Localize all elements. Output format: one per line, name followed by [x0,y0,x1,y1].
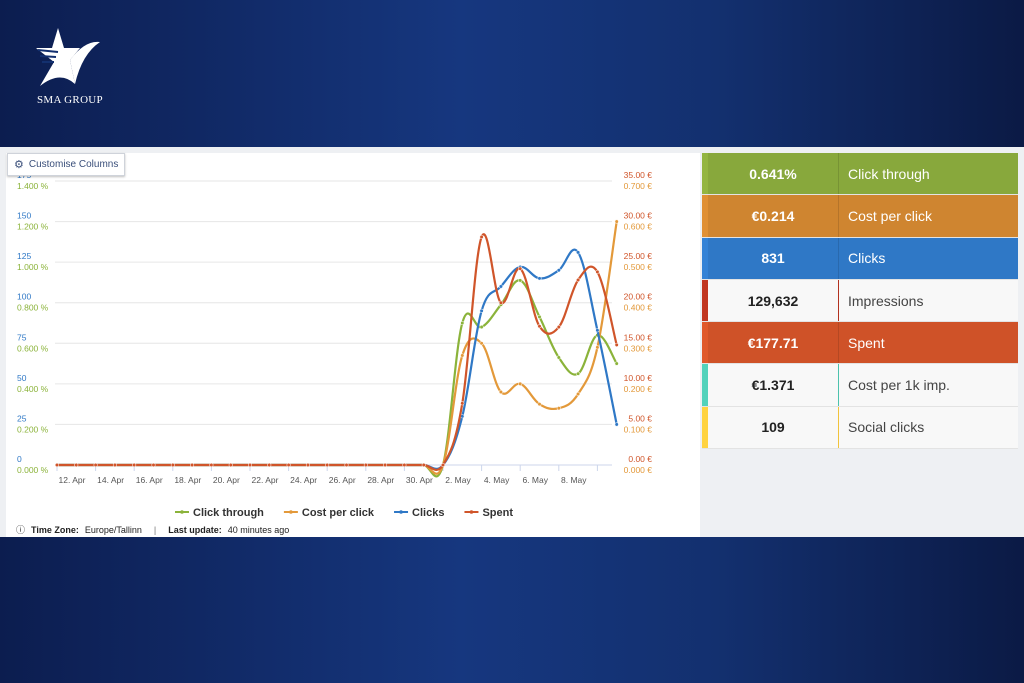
stat-color-bar [702,195,708,237]
timezone-value: Europe/Tallinn [84,524,142,535]
star-logo-icon [36,28,100,86]
stat-row-spent[interactable]: €177.71 Spent [702,322,1018,365]
chart-area [6,153,700,537]
customise-columns-button[interactable]: ⚙ Customise Columns [7,153,126,176]
stat-row-cost-per-click[interactable]: €0.214 Cost per click [702,195,1018,238]
stat-row-social-clicks[interactable]: 109 Social clicks [702,406,1018,450]
stat-label: Impressions [838,279,1018,322]
stat-value: €177.71 [747,334,799,351]
stat-label: Click through [838,153,1018,195]
stat-value: €1.371 [751,377,795,394]
stat-row-clicks[interactable]: 831 Clicks [702,237,1018,280]
timezone-label: Time Zone: [31,524,79,535]
info-icon: ⓘ [16,525,26,535]
last-update-value: 40 minutes ago [227,524,290,535]
stat-label: Clicks [838,237,1018,279]
stat-row-click-through[interactable]: 0.641% Click through [702,153,1018,196]
stat-color-bar [702,279,708,322]
gear-icon: ⚙ [14,159,24,171]
brand-name: SMA GROUP [37,94,103,106]
stat-value: 0.641% [749,165,797,182]
footer-separator: | [153,524,157,535]
stat-row-impressions[interactable]: 129,632 Impressions [702,279,1018,323]
stat-value: 109 [761,419,785,436]
last-update-label: Last update: [168,524,222,535]
stat-label: Spent [838,322,1018,364]
stat-color-bar [702,406,708,449]
stat-label: Cost per click [838,195,1018,237]
stat-color-bar [702,322,708,364]
stat-color-bar [702,237,708,279]
stat-row-cost-per-1k-imp-[interactable]: €1.371 Cost per 1k imp. [702,364,1018,407]
stat-label: Social clicks [838,406,1018,449]
stats-panel: 0.641% Click through €0.214 Cost per cli… [702,153,1018,450]
stat-color-bar [702,364,708,406]
stat-value: 831 [761,250,785,267]
brand-logo: SMA GROUP [30,26,110,116]
stat-label: Cost per 1k imp. [838,364,1018,406]
stat-color-bar [702,153,708,195]
stat-value: 129,632 [747,292,799,309]
stat-value: €0.214 [751,207,795,224]
chart-footer: ⓘ Time Zone: Europe/Tallinn | Last updat… [16,523,289,536]
